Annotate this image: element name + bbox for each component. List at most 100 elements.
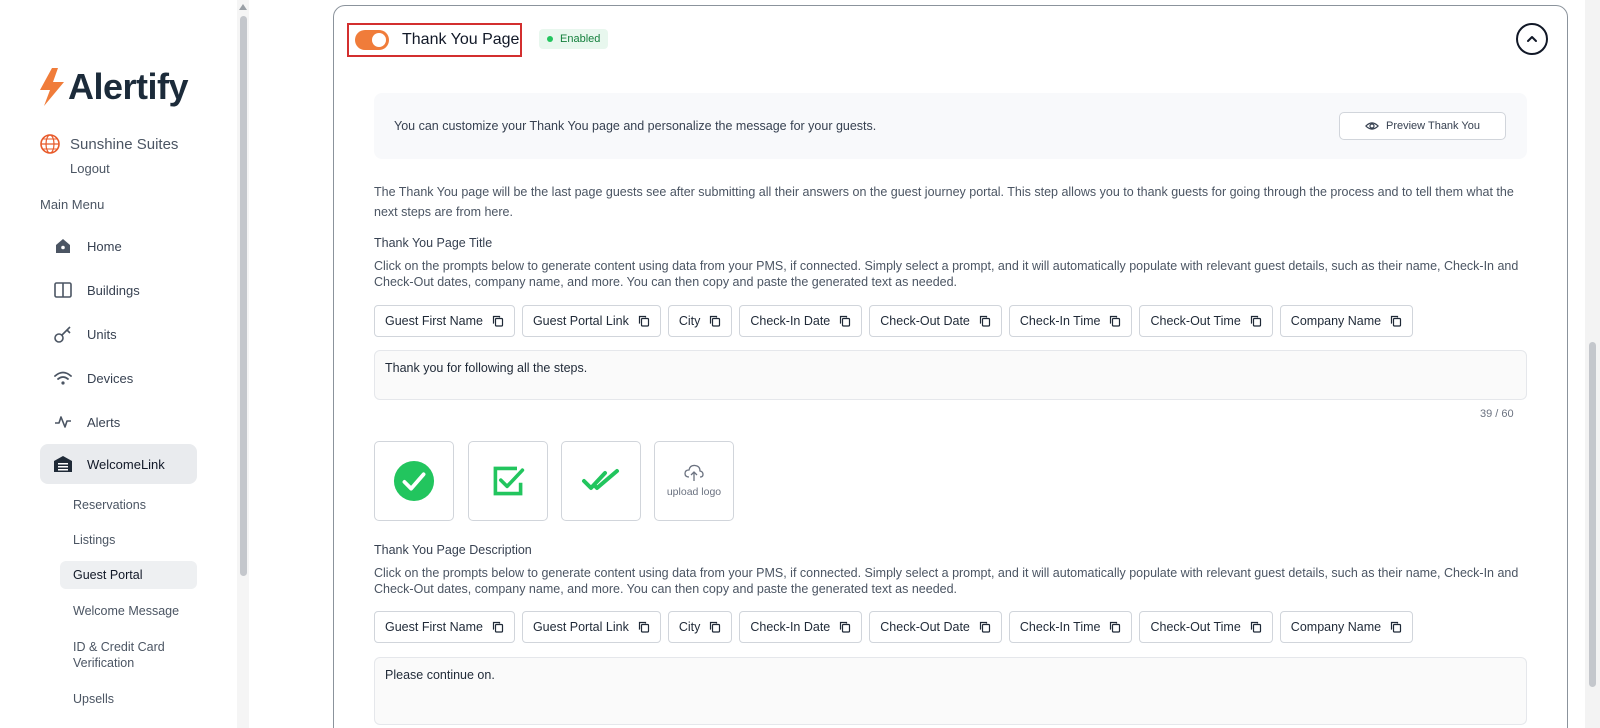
sub-item-reservations[interactable]: Reservations xyxy=(60,497,197,513)
sidebar-item-devices[interactable]: Devices xyxy=(40,358,197,398)
eye-icon xyxy=(1365,122,1379,130)
prompt-chip-city[interactable]: City xyxy=(667,611,733,643)
sidebar-item-label: Units xyxy=(87,326,117,342)
copy-icon xyxy=(492,315,504,327)
sidebar-item-label: WelcomeLink xyxy=(87,456,165,472)
scroll-up-arrow-icon[interactable] xyxy=(239,4,247,10)
prompt-chip-check-out-time[interactable]: Check-Out Time xyxy=(1139,305,1273,337)
status-badge: Enabled xyxy=(539,29,609,49)
copy-icon xyxy=(840,621,851,633)
prompt-chip-label: Company Name xyxy=(1290,620,1382,634)
title-prompt-chips: Guest First Name Guest Portal Link City Che… xyxy=(374,305,1414,337)
warehouse-icon xyxy=(54,456,72,472)
sidebar-item-welcomelink[interactable]: WelcomeLink xyxy=(40,444,197,484)
description-field-helper: Click on the prompts below to generate c… xyxy=(374,566,1519,596)
page-scroll-thumb[interactable] xyxy=(1589,342,1596,687)
toggle-knob xyxy=(372,33,386,47)
description-input[interactable]: Please continue on. xyxy=(374,657,1527,725)
prompt-chip-label: Check-Out Time xyxy=(1150,620,1241,634)
prompt-chip-guest-first-name[interactable]: Guest First Name xyxy=(374,305,515,337)
copy-icon xyxy=(1391,315,1402,327)
book-icon xyxy=(54,282,72,298)
prompt-chip-guest-first-name[interactable]: Guest First Name xyxy=(374,611,515,643)
prompt-chip-check-out-date[interactable]: Check-Out Date xyxy=(869,611,1002,643)
copy-icon xyxy=(979,621,990,633)
prompt-chip-guest-portal-link[interactable]: Guest Portal Link xyxy=(521,305,661,337)
icon-option-double-check[interactable] xyxy=(561,441,641,521)
double-check-icon xyxy=(582,469,619,490)
copy-icon xyxy=(979,315,990,327)
section-title: Thank You Page xyxy=(402,31,520,48)
globe-icon xyxy=(40,134,60,154)
icon-option-check-circle[interactable] xyxy=(374,441,454,521)
prompt-chip-check-out-time[interactable]: Check-Out Time xyxy=(1139,611,1273,643)
sub-item-upsells[interactable]: Upsells xyxy=(60,691,197,707)
upload-logo-tile[interactable]: upload logo xyxy=(654,441,734,521)
prompt-chip-company-name[interactable]: Company Name xyxy=(1279,305,1414,337)
prompt-chip-label: City xyxy=(678,620,701,634)
prompt-chip-check-in-date[interactable]: Check-In Date xyxy=(739,611,863,643)
description-field-label: Thank You Page Description xyxy=(374,543,532,557)
prompt-chip-label: Check-In Time xyxy=(1019,620,1101,634)
section-header-highlight: Thank You Page xyxy=(347,23,522,57)
sub-item-id-verification[interactable]: ID & Credit Card Verification xyxy=(60,639,190,671)
check-circle-icon xyxy=(393,460,435,502)
copy-icon xyxy=(1250,315,1261,327)
icon-option-check-square[interactable] xyxy=(468,441,548,521)
prompt-chip-label: Guest Portal Link xyxy=(532,620,629,634)
copy-icon xyxy=(710,315,721,327)
sidebar-item-label: Devices xyxy=(87,370,134,386)
title-field-helper: Click on the prompts below to generate c… xyxy=(374,259,1519,289)
copy-icon xyxy=(1391,621,1402,633)
status-dot xyxy=(547,36,553,42)
brand-logo[interactable]: Alertify xyxy=(38,66,189,108)
wifi-icon xyxy=(54,371,72,385)
key-icon xyxy=(54,326,71,343)
prompt-chip-check-in-time[interactable]: Check-In Time xyxy=(1008,305,1133,337)
sidebar-item-home[interactable]: Home xyxy=(40,226,197,266)
activity-icon xyxy=(55,416,71,428)
copy-icon xyxy=(840,315,851,327)
thank-you-page-toggle[interactable] xyxy=(355,30,389,50)
home-icon xyxy=(56,239,70,253)
property-selector[interactable]: Sunshine Suites xyxy=(40,134,178,154)
info-text: You can customize your Thank You page an… xyxy=(394,119,877,133)
check-square-icon xyxy=(493,466,525,496)
sidebar-item-alerts[interactable]: Alerts xyxy=(40,402,197,442)
sidebar-scrollbar[interactable] xyxy=(237,0,249,728)
chevron-up-icon xyxy=(1527,36,1537,42)
copy-icon xyxy=(638,315,649,327)
title-char-counter: 39 / 60 xyxy=(1480,408,1514,420)
sub-item-guest-portal[interactable]: Guest Portal xyxy=(60,561,197,589)
prompt-chip-check-in-date[interactable]: Check-In Date xyxy=(739,305,863,337)
sub-item-welcome-message[interactable]: Welcome Message xyxy=(60,603,197,619)
brand-name: Alertify xyxy=(68,66,189,107)
prompt-chip-check-in-time[interactable]: Check-In Time xyxy=(1008,611,1133,643)
sidebar-scroll-thumb[interactable] xyxy=(240,16,247,576)
page-scrollbar[interactable] xyxy=(1585,0,1600,728)
property-name: Sunshine Suites xyxy=(70,135,179,153)
preview-thank-you-button[interactable]: Preview Thank You xyxy=(1339,112,1506,140)
copy-icon xyxy=(1110,621,1121,633)
prompt-chip-city[interactable]: City xyxy=(667,305,733,337)
prompt-chip-company-name[interactable]: Company Name xyxy=(1279,611,1414,643)
sidebar-item-buildings[interactable]: Buildings xyxy=(40,270,197,310)
collapse-button[interactable] xyxy=(1516,23,1548,55)
prompt-chip-label: Company Name xyxy=(1290,314,1382,328)
prompt-chip-check-out-date[interactable]: Check-Out Date xyxy=(869,305,1002,337)
prompt-chip-label: Check-Out Date xyxy=(880,314,970,328)
preview-button-label: Preview Thank You xyxy=(1386,120,1480,132)
title-input[interactable]: Thank you for following all the steps. xyxy=(374,350,1527,400)
main-menu-heading: Main Menu xyxy=(40,197,105,212)
sidebar-item-units[interactable]: Units xyxy=(40,314,197,354)
prompt-chip-label: Check-In Time xyxy=(1019,314,1101,328)
prompt-chip-label: Check-In Date xyxy=(750,620,831,634)
upload-logo-icon xyxy=(684,464,704,481)
copy-icon xyxy=(492,621,504,633)
logout-link[interactable]: Logout xyxy=(70,161,110,176)
copy-icon xyxy=(710,621,721,633)
sidebar: Alertify Sunshine Suites Logout Main Men… xyxy=(0,0,249,728)
sub-item-listings[interactable]: Listings xyxy=(60,532,197,548)
prompt-chip-guest-portal-link[interactable]: Guest Portal Link xyxy=(521,611,661,643)
status-text: Enabled xyxy=(560,33,601,45)
